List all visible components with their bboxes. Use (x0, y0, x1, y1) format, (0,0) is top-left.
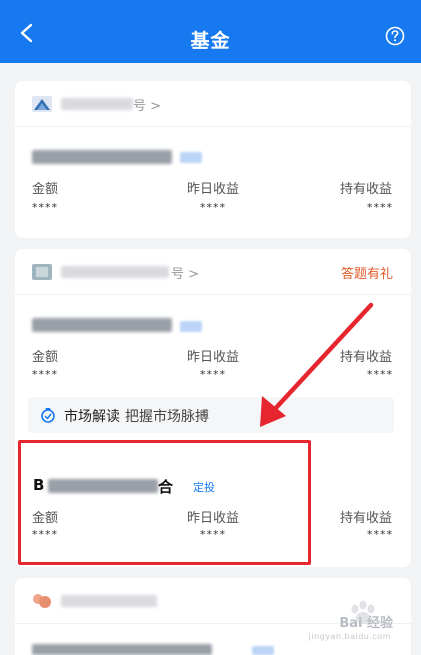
question-circle-icon[interactable] (385, 26, 405, 46)
amount-value: **** (32, 368, 58, 381)
annotation-highlight-box (18, 440, 311, 565)
fund-tag-redacted (252, 646, 274, 655)
card-header[interactable]: 号 > 答题有礼 (15, 249, 411, 295)
card-header-suffix: 号 > (133, 99, 162, 114)
fund-tag-redacted (180, 321, 202, 332)
card-header[interactable]: 号 > (15, 81, 411, 127)
yesterday-earnings-value: **** (200, 368, 226, 381)
amount-value: **** (32, 201, 58, 214)
yesterday-earnings-label: 昨日收益 (187, 182, 240, 197)
fund-tag-redacted (180, 152, 202, 163)
page-title: 基金 (190, 30, 231, 52)
holding-earnings-value: **** (367, 201, 393, 214)
holding-earnings-value: **** (367, 368, 393, 381)
watermark-url: jingyan.baidu.com (308, 632, 391, 641)
amount-label: 金额 (32, 182, 59, 197)
fund-name-redacted[interactable] (32, 644, 212, 655)
market-insight-banner[interactable]: 市场解读 把握市场脉搏 (28, 397, 394, 433)
company-name-redacted (61, 98, 133, 110)
holding-earnings-value: **** (367, 528, 393, 541)
company-logo-icon (32, 264, 52, 280)
holding-earnings-label: 持有收益 (340, 182, 393, 197)
company-name-redacted (61, 266, 169, 278)
watermark-text: Bai 经验 (339, 616, 393, 631)
company-name-redacted (61, 595, 157, 607)
market-insight-subtitle: 把握市场脉搏 (125, 409, 209, 425)
market-insight-title: 市场解读 (64, 409, 120, 425)
holding-earnings-label: 持有收益 (340, 350, 393, 365)
company-logo-icon (32, 96, 52, 112)
amount-label: 金额 (32, 350, 59, 365)
fund-name-redacted[interactable] (32, 318, 172, 332)
fund-group-card-1: 号 > (15, 81, 411, 238)
company-logo-icon (33, 594, 51, 608)
app-header: 基金 (0, 0, 421, 63)
yesterday-earnings-value: **** (200, 201, 226, 214)
holding-earnings-label: 持有收益 (340, 511, 393, 526)
fund-name-redacted[interactable] (32, 150, 172, 164)
quiz-reward-link[interactable]: 答题有礼 (341, 263, 393, 282)
market-insight-icon (41, 408, 55, 423)
yesterday-earnings-label: 昨日收益 (187, 350, 240, 365)
card-header-suffix: 号 > (171, 267, 200, 282)
